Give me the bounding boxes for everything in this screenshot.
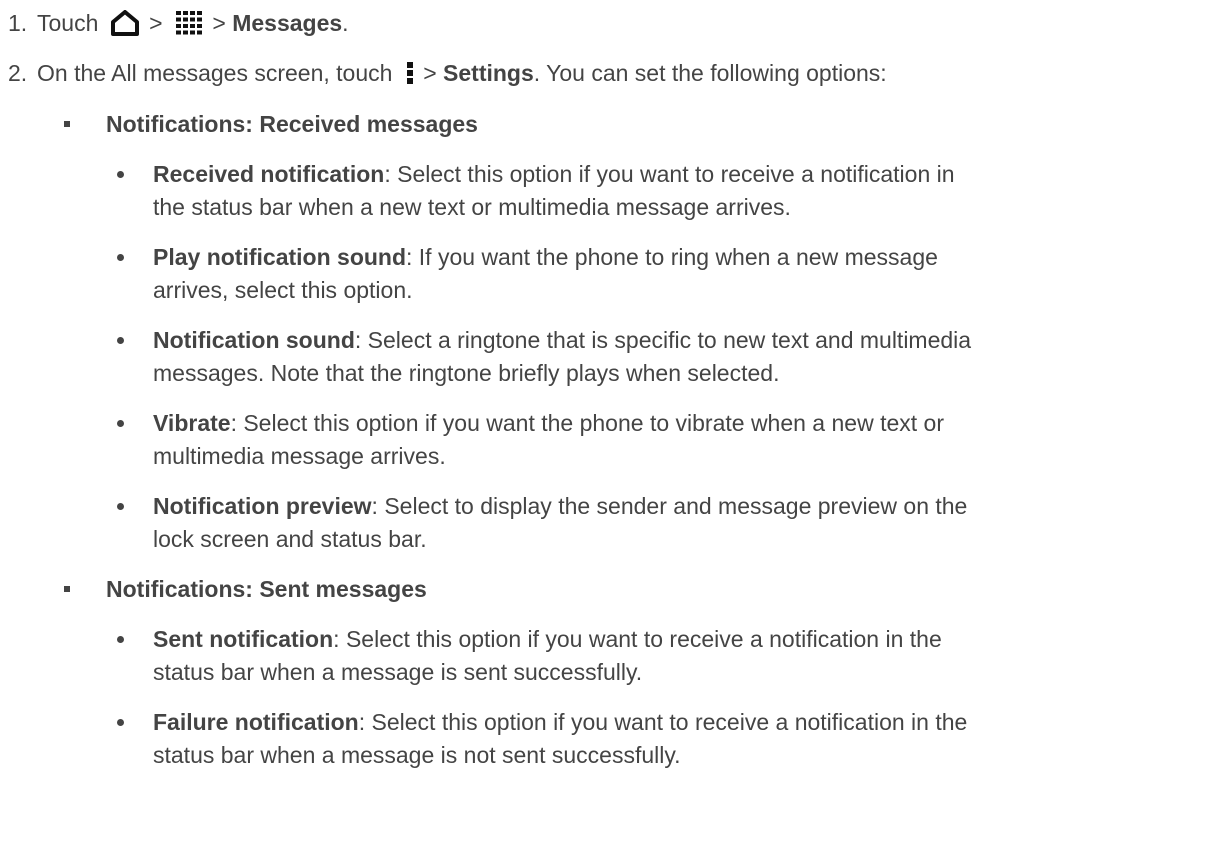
square-bullet-icon (64, 121, 70, 127)
option-line: status bar when a message is sent succes… (153, 659, 643, 685)
option-line: multimedia message arrives. (153, 443, 446, 469)
step-number: 2. (8, 60, 28, 86)
home-icon (110, 9, 140, 36)
group-heading: Notifications: Received messages (106, 111, 478, 137)
option-line: arrives, select this option. (153, 277, 413, 303)
option-sent-notification: Sent notification: Select this option if… (153, 626, 942, 652)
dot-bullet-icon (117, 254, 124, 261)
step-text: On the All messages screen, touch > Sett… (37, 60, 887, 86)
square-bullet-icon (64, 586, 70, 592)
step-prefix: On the All messages screen, touch (37, 60, 393, 86)
option-failure-notification: Failure notification: Select this option… (153, 709, 968, 735)
option-line: messages. Note that the ringtone briefly… (153, 360, 780, 386)
option-vibrate: Vibrate: Select this option if you want … (153, 410, 944, 436)
step-text: Touch > > Messages. (37, 9, 349, 36)
option-line: status bar when a message is not sent su… (153, 742, 681, 768)
dot-bullet-icon (117, 719, 124, 726)
option-line: lock screen and status bar. (153, 526, 427, 552)
dot-bullet-icon (117, 503, 124, 510)
menu-dots-icon (406, 61, 413, 84)
step-prefix: Touch (37, 10, 99, 36)
dot-bullet-icon (117, 420, 124, 427)
step-number: 1. (8, 10, 28, 36)
option-line: the status bar when a new text or multim… (153, 194, 791, 220)
dot-bullet-icon (117, 337, 124, 344)
messages-label: Messages (232, 10, 343, 36)
group-heading: Notifications: Sent messages (106, 576, 427, 602)
dot-bullet-icon (117, 636, 124, 643)
option-play-notification-sound: Play notification sound: If you want the… (153, 244, 938, 270)
settings-label: Settings (443, 60, 534, 86)
dot-bullet-icon (117, 171, 124, 178)
option-notification-preview: Notification preview: Select to display … (153, 493, 968, 519)
option-notification-sound: Notification sound: Select a ringtone th… (153, 327, 972, 353)
option-received-notification: Received notification: Select this optio… (153, 161, 955, 187)
apps-grid-icon (175, 10, 202, 35)
